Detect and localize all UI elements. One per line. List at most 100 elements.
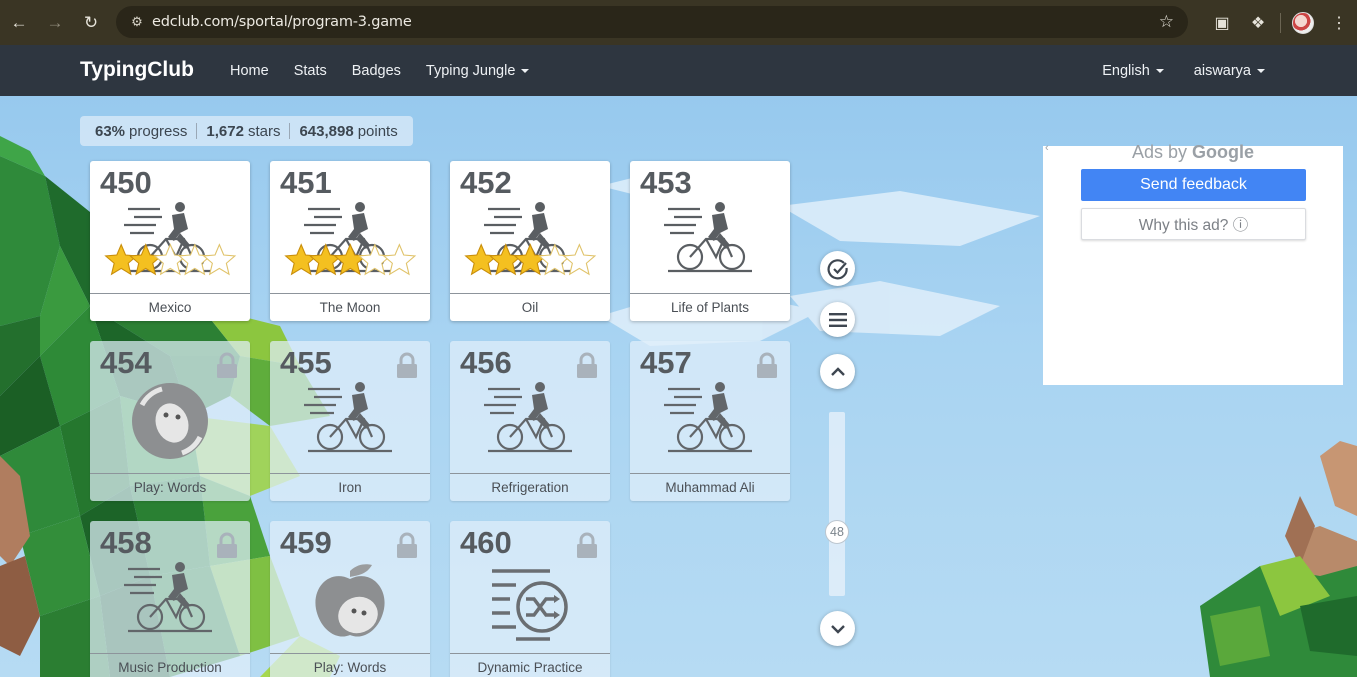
chevron-down-icon — [830, 624, 845, 634]
language-label: English — [1102, 62, 1150, 79]
game-face-icon — [132, 383, 208, 459]
lock-icon — [577, 352, 597, 378]
lesson-tile[interactable]: 460 Dynamic Practice — [450, 521, 610, 677]
jump-to-current-button[interactable] — [820, 251, 855, 286]
extensions-icon[interactable]: ❖ — [1240, 5, 1276, 41]
star-icon — [333, 243, 368, 276]
lesson-tile[interactable]: 456 Refrigeration — [450, 341, 610, 501]
level-scroll-knob[interactable]: 48 — [825, 520, 849, 544]
lesson-tile[interactable]: 458 Music Production — [90, 521, 250, 677]
star-icon — [488, 243, 523, 276]
lesson-title: Play: Words — [90, 473, 250, 501]
lock-icon — [577, 532, 597, 558]
stars-count: 1,672 — [206, 122, 244, 140]
points-label: points — [357, 122, 398, 140]
star-icon — [104, 243, 139, 276]
lock-icon — [397, 352, 417, 378]
lesson-tile[interactable]: 452 Oil — [450, 161, 610, 321]
star-icon — [153, 243, 188, 276]
cyclist-icon — [664, 202, 752, 273]
cyclist-icon — [124, 562, 212, 633]
url-text[interactable]: edclub.com/sportal/program-3.game — [152, 14, 412, 30]
chevron-down-icon — [521, 68, 530, 73]
lesson-title: Refrigeration — [450, 473, 610, 501]
star-icon — [464, 243, 499, 276]
chevron-down-icon — [1155, 68, 1164, 73]
lesson-title: Life of Plants — [630, 293, 790, 321]
level-scroll-track[interactable] — [829, 412, 845, 596]
nav-badges[interactable]: Badges — [352, 63, 401, 79]
shuffle-icon — [492, 569, 568, 641]
scroll-up-button[interactable] — [820, 354, 855, 389]
list-view-button[interactable] — [820, 302, 855, 337]
bookmark-star-icon[interactable]: ☆ — [1159, 12, 1174, 32]
nav-typing-jungle[interactable]: Typing Jungle — [425, 62, 530, 79]
lesson-tile[interactable]: 459 Play: Words — [270, 521, 430, 677]
cast-icon[interactable]: ▣ — [1204, 5, 1240, 41]
star-icon — [177, 243, 212, 276]
lesson-number: 450 — [100, 165, 152, 200]
language-dropdown[interactable]: English — [1102, 63, 1164, 79]
lesson-number: 458 — [100, 525, 152, 560]
lesson-tile[interactable]: 451 The Moon — [270, 161, 430, 321]
lesson-title: Oil — [450, 293, 610, 321]
google-logo: Google — [1192, 142, 1255, 162]
lesson-map: 63% progress 1,672 stars 643,898 points … — [0, 96, 1357, 677]
star-rating — [284, 243, 417, 276]
star-icon — [202, 243, 237, 276]
star-icon — [357, 243, 392, 276]
cyclist-icon — [664, 382, 752, 453]
brand-logo[interactable]: TypingClub — [80, 58, 194, 82]
lock-icon — [217, 352, 237, 378]
nav-home[interactable]: Home — [230, 63, 269, 79]
lesson-tile[interactable]: 457 Muhammad Ali — [630, 341, 790, 501]
nav-typing-jungle-label: Typing Jungle — [425, 62, 516, 79]
lesson-tile[interactable]: 450 Mexico — [90, 161, 250, 321]
progress-label: progress — [129, 122, 188, 140]
lesson-title: Mexico — [90, 293, 250, 321]
lesson-title: Dynamic Practice — [450, 653, 610, 677]
progress-percent: 63% — [95, 122, 126, 140]
star-icon — [537, 243, 572, 276]
hamburger-icon — [828, 312, 847, 327]
send-feedback-button[interactable]: Send feedback — [1081, 169, 1306, 201]
profile-avatar[interactable] — [1285, 5, 1321, 41]
points-count: 643,898 — [299, 122, 354, 140]
check-circle-icon — [827, 258, 848, 279]
star-icon — [284, 243, 319, 276]
lesson-number: 452 — [460, 165, 512, 200]
address-bar[interactable]: ⚙ edclub.com/sportal/program-3.game ☆ — [116, 6, 1188, 38]
lesson-number: 460 — [460, 525, 512, 560]
reload-icon[interactable]: ↻ — [73, 5, 109, 41]
cyclist-icon — [304, 382, 392, 453]
cyclist-icon — [484, 382, 572, 453]
scroll-down-button[interactable] — [820, 611, 855, 646]
lesson-tile[interactable]: 454 Play: Words — [90, 341, 250, 501]
progress-summary: 63% progress 1,672 stars 643,898 points — [80, 116, 413, 146]
ads-by-label: Ads by — [1131, 142, 1187, 162]
nav-stats[interactable]: Stats — [294, 63, 327, 79]
back-icon[interactable]: ← — [1, 5, 37, 41]
lesson-number: 456 — [460, 345, 512, 380]
star-icon — [513, 243, 548, 276]
lesson-title: Iron — [270, 473, 430, 501]
lock-icon — [217, 532, 237, 558]
main-nav: Home Stats Badges Typing Jungle — [230, 45, 554, 96]
star-rating — [464, 243, 597, 276]
user-dropdown[interactable]: aiswarya — [1194, 63, 1265, 79]
forward-icon[interactable]: → — [37, 5, 73, 41]
lesson-number: 459 — [280, 525, 332, 560]
browser-menu-icon[interactable]: ⋮ — [1321, 5, 1357, 41]
site-settings-icon[interactable]: ⚙ — [122, 14, 152, 30]
avatar — [1292, 11, 1314, 34]
why-this-ad-button[interactable]: Why this ad? ⓘ — [1081, 208, 1306, 240]
lesson-number: 455 — [280, 345, 332, 380]
browser-toolbar: ← → ↻ ⚙ edclub.com/sportal/program-3.gam… — [0, 0, 1357, 45]
stars-label: stars — [247, 122, 281, 140]
lesson-tile[interactable]: 455 Iron — [270, 341, 430, 501]
lesson-tile[interactable]: 453 Life of Plants — [630, 161, 790, 321]
lesson-number: 451 — [280, 165, 332, 200]
lock-icon — [397, 532, 417, 558]
ad-panel: ‹ Ads by Google Send feedback Why this a… — [1043, 142, 1343, 385]
lesson-title: Music Production — [90, 653, 250, 677]
